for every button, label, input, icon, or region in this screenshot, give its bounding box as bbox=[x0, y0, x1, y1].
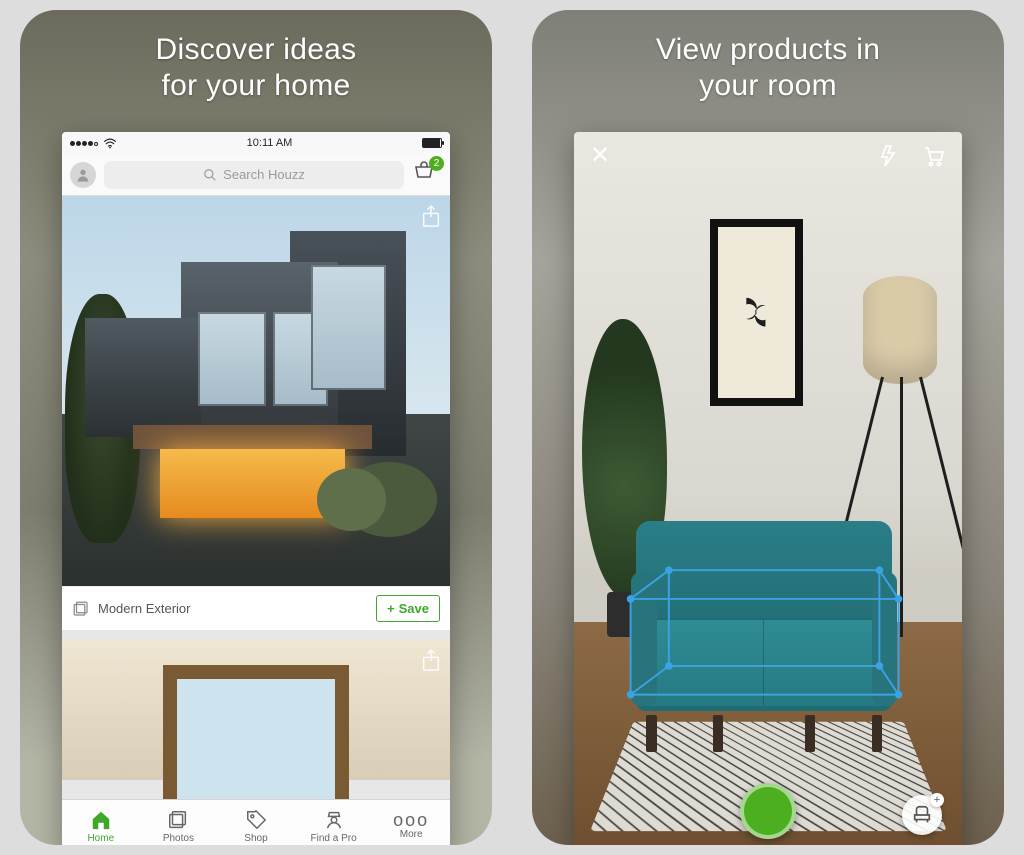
photos-icon bbox=[167, 809, 189, 831]
tab-shop[interactable]: Shop bbox=[217, 800, 295, 845]
search-placeholder: Search Houzz bbox=[223, 167, 305, 182]
feed-card[interactable]: Modern Exterior + Save bbox=[62, 196, 450, 630]
save-label: Save bbox=[399, 601, 429, 616]
headline-ar: View products in your room bbox=[656, 32, 880, 104]
tab-more[interactable]: ooo More bbox=[372, 800, 450, 845]
tab-label: Shop bbox=[244, 833, 267, 844]
profile-avatar[interactable] bbox=[70, 162, 96, 188]
room-scene bbox=[574, 132, 962, 845]
feed[interactable]: Modern Exterior + Save bbox=[62, 196, 450, 799]
status-time: 10:11 AM bbox=[247, 137, 293, 149]
status-bar: 10:11 AM bbox=[62, 132, 450, 154]
tab-label: Photos bbox=[163, 833, 194, 844]
feed-photo[interactable] bbox=[62, 640, 450, 780]
ar-product-sofa[interactable] bbox=[636, 521, 892, 752]
capture-button[interactable] bbox=[740, 783, 796, 839]
wifi-icon bbox=[103, 138, 117, 149]
ar-view[interactable]: ✕ + bbox=[574, 132, 962, 845]
status-left bbox=[70, 137, 117, 149]
ar-toolbar: ✕ bbox=[574, 144, 962, 173]
status-right bbox=[422, 138, 442, 148]
share-button[interactable] bbox=[420, 204, 442, 230]
phone-mock-home: 10:11 AM Search Houzz 2 bbox=[62, 132, 450, 845]
search-icon bbox=[203, 168, 217, 182]
share-button[interactable] bbox=[420, 648, 442, 674]
card-label[interactable]: Modern Exterior bbox=[72, 600, 190, 618]
cart-icon bbox=[922, 144, 946, 168]
person-icon bbox=[75, 167, 91, 183]
tab-find-pro[interactable]: Find a Pro bbox=[295, 800, 373, 845]
battery-icon bbox=[422, 138, 442, 148]
more-icon: ooo bbox=[393, 813, 429, 827]
flash-icon bbox=[876, 144, 900, 168]
tab-bar: Home Photos Shop Find a Pro ooo More bbox=[62, 799, 450, 845]
save-button[interactable]: + Save bbox=[376, 595, 440, 622]
headline-line1: Discover ideas bbox=[156, 33, 357, 66]
card-title: Modern Exterior bbox=[98, 601, 190, 616]
cart-button[interactable] bbox=[922, 144, 946, 173]
share-icon bbox=[420, 648, 442, 674]
search-input[interactable]: Search Houzz bbox=[104, 161, 404, 189]
pro-icon bbox=[323, 809, 345, 831]
promo-panel-discover: Discover ideas for your home 10:11 AM Se… bbox=[20, 10, 492, 845]
tab-home[interactable]: Home bbox=[62, 800, 140, 845]
photo-stack-icon bbox=[72, 600, 90, 618]
feed-photo[interactable] bbox=[62, 196, 450, 586]
add-product-button[interactable]: + bbox=[902, 795, 942, 835]
tab-label: Find a Pro bbox=[311, 833, 357, 844]
home-icon bbox=[90, 809, 112, 831]
headline-discover: Discover ideas for your home bbox=[156, 32, 357, 104]
tab-label: More bbox=[400, 829, 423, 840]
feed-card[interactable] bbox=[62, 640, 450, 780]
tag-icon bbox=[245, 809, 267, 831]
headline-line2: your room bbox=[699, 69, 837, 102]
headline-line2: for your home bbox=[162, 69, 351, 102]
plus-icon: + bbox=[387, 601, 395, 616]
share-icon bbox=[420, 204, 442, 230]
top-bar: Search Houzz 2 bbox=[62, 154, 450, 196]
flash-button[interactable] bbox=[876, 144, 900, 173]
chair-icon bbox=[911, 804, 933, 826]
cart-button[interactable]: 2 bbox=[412, 160, 442, 189]
wall-art bbox=[710, 219, 803, 406]
plus-icon: + bbox=[930, 793, 944, 807]
cart-badge: 2 bbox=[429, 156, 444, 171]
signal-dots-icon bbox=[70, 137, 99, 149]
promo-panel-ar: View products in your room bbox=[532, 10, 1004, 845]
close-button[interactable]: ✕ bbox=[590, 144, 610, 173]
headline-line1: View products in bbox=[656, 33, 880, 66]
tab-photos[interactable]: Photos bbox=[140, 800, 218, 845]
card-bar: Modern Exterior + Save bbox=[62, 586, 450, 630]
tab-label: Home bbox=[87, 833, 114, 844]
